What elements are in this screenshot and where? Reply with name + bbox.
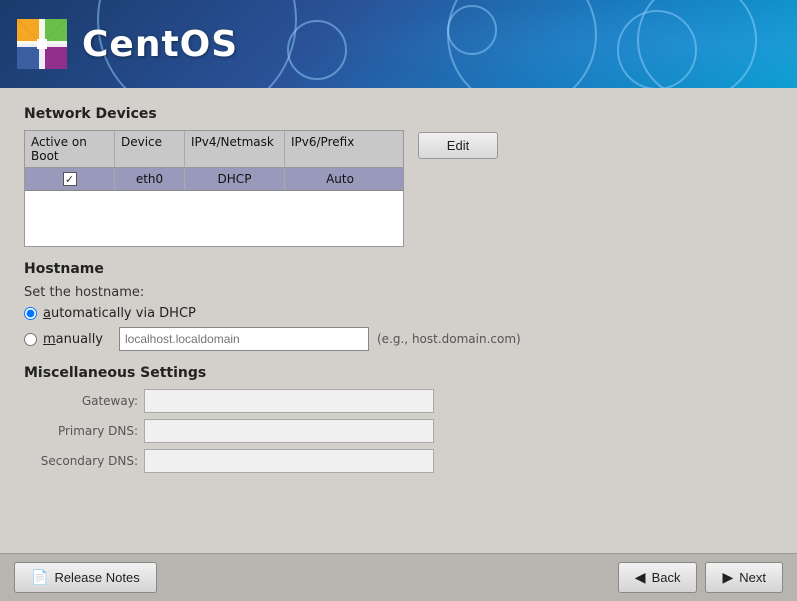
col-ipv6: IPv6/Prefix [285, 131, 395, 167]
footer: 📄 Release Notes ◀ Back ▶ Next [0, 553, 797, 601]
auto-underline-char: a [43, 306, 51, 321]
secondary-dns-label: Secondary DNS: [24, 454, 144, 468]
checkbox-active[interactable]: ✓ [63, 172, 77, 186]
main-content: Network Devices Active on Boot Device IP… [0, 88, 797, 493]
centos-logo-icon [12, 14, 72, 74]
hostname-input-row: (e.g., host.domain.com) [119, 327, 521, 351]
secondary-dns-row: Secondary DNS: [24, 449, 773, 473]
col-ipv4: IPv4/Netmask [185, 131, 285, 167]
network-devices-buttons: Edit [418, 106, 498, 159]
secondary-dns-input[interactable] [144, 449, 434, 473]
gateway-label: Gateway: [24, 394, 144, 408]
cell-ipv4: DHCP [185, 168, 285, 190]
gateway-input[interactable] [144, 389, 434, 413]
manual-underline-char: m [43, 332, 56, 347]
col-active-on-boot: Active on Boot [25, 131, 115, 167]
edit-button[interactable]: Edit [418, 132, 498, 159]
network-devices-title: Network Devices [24, 106, 404, 122]
back-label: Back [652, 570, 681, 585]
deco-circle-4 [447, 5, 497, 55]
manually-row: manually (e.g., host.domain.com) [24, 327, 773, 351]
back-icon: ◀ [635, 569, 646, 586]
network-devices-left: Network Devices Active on Boot Device IP… [24, 106, 404, 247]
network-devices-table: Active on Boot Device IPv4/Netmask IPv6/… [24, 130, 404, 247]
release-notes-label: Release Notes [54, 570, 139, 585]
back-button[interactable]: ◀ Back [618, 562, 698, 593]
release-notes-icon: 📄 [31, 569, 48, 586]
table-header-row: Active on Boot Device IPv4/Netmask IPv6/… [25, 131, 403, 168]
footer-right: ◀ Back ▶ Next [618, 562, 783, 593]
next-button[interactable]: ▶ Next [705, 562, 783, 593]
hostname-subtitle: Set the hostname: [24, 285, 773, 300]
misc-settings-section: Miscellaneous Settings Gateway: Primary … [24, 365, 773, 473]
hostname-hint: (e.g., host.domain.com) [377, 332, 521, 346]
radio-auto[interactable] [24, 307, 37, 320]
release-notes-button[interactable]: 📄 Release Notes [14, 562, 157, 593]
auto-dhcp-label[interactable]: automatically via DHCP [43, 306, 196, 321]
logo-area: CentOS [12, 14, 238, 74]
primary-dns-row: Primary DNS: [24, 419, 773, 443]
radio-manual[interactable] [24, 333, 37, 346]
network-devices-section: Network Devices Active on Boot Device IP… [24, 106, 773, 247]
cell-active-on-boot: ✓ [25, 168, 115, 190]
primary-dns-label: Primary DNS: [24, 424, 144, 438]
hostname-input[interactable] [119, 327, 369, 351]
app-title: CentOS [82, 24, 238, 65]
col-device: Device [115, 131, 185, 167]
deco-circle-6 [287, 20, 347, 80]
misc-settings-title: Miscellaneous Settings [24, 365, 773, 381]
next-icon: ▶ [722, 569, 733, 586]
auto-dhcp-row: automatically via DHCP [24, 306, 773, 321]
deco-circle-2 [617, 10, 697, 88]
next-label: Next [739, 570, 766, 585]
cell-device: eth0 [115, 168, 185, 190]
table-empty-area [25, 191, 403, 246]
auto-label-text: utomatically via DHCP [51, 306, 196, 321]
manual-label-text: anually [56, 332, 103, 347]
manual-label[interactable]: manually [43, 332, 103, 347]
hostname-section: Hostname Set the hostname: automatically… [24, 261, 773, 351]
cell-ipv6: Auto [285, 168, 395, 190]
primary-dns-input[interactable] [144, 419, 434, 443]
hostname-title: Hostname [24, 261, 773, 277]
table-row[interactable]: ✓ eth0 DHCP Auto [25, 168, 403, 191]
footer-left: 📄 Release Notes [14, 562, 157, 593]
gateway-row: Gateway: [24, 389, 773, 413]
header: CentOS [0, 0, 797, 88]
